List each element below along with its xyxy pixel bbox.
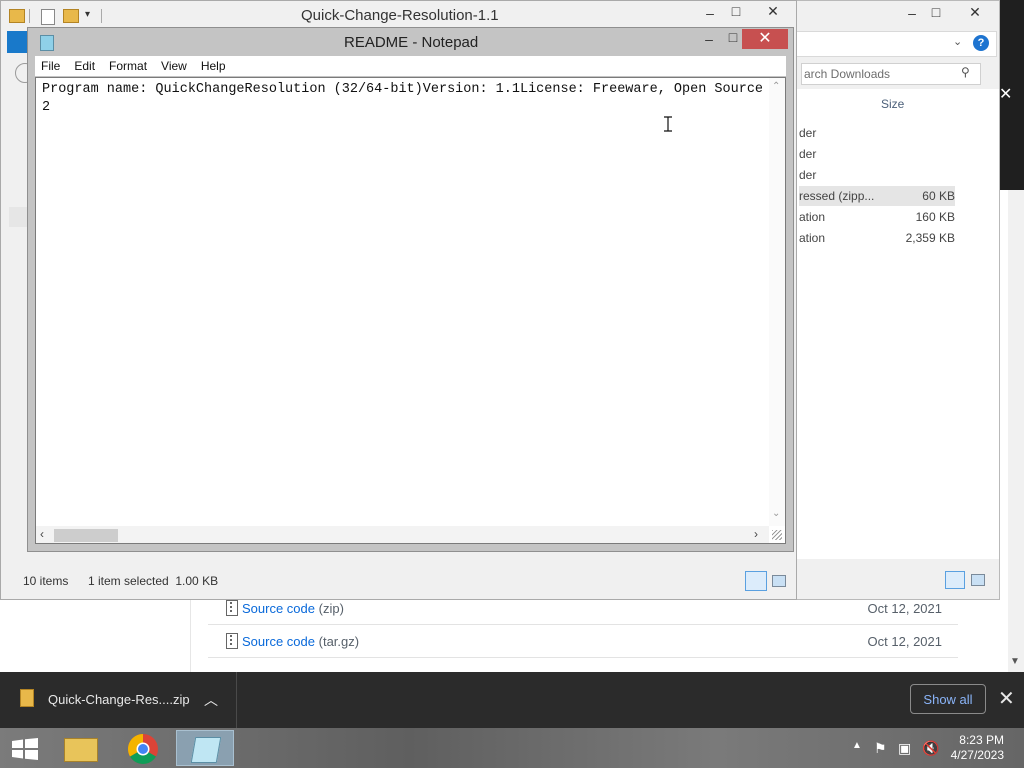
asset-link[interactable]: Source code (zip) <box>242 601 344 616</box>
minimize-button[interactable]: – <box>899 5 925 23</box>
file-row[interactable]: der <box>799 144 955 164</box>
thumbnail-view-icon[interactable] <box>772 575 786 587</box>
close-icon[interactable]: ✕ <box>999 84 1012 104</box>
close-icon[interactable]: ✕ <box>998 686 1015 711</box>
page-sidebar-area <box>0 596 191 672</box>
menu-file[interactable]: File <box>35 59 68 73</box>
text-cursor-icon <box>663 116 673 132</box>
notepad-icon <box>190 737 222 763</box>
thumbnail-view-icon[interactable] <box>971 574 985 586</box>
details-view-icon[interactable] <box>745 571 767 591</box>
chevron-down-icon[interactable]: ⌄ <box>953 35 962 48</box>
minimize-button[interactable]: – <box>697 5 723 23</box>
asset-date: Oct 12, 2021 <box>867 600 942 616</box>
asset-row-targz[interactable]: Source code (tar.gz) Oct 12, 2021 <box>208 625 958 658</box>
page-scrollbar[interactable] <box>1008 190 1024 672</box>
toolbar-divider <box>101 9 102 23</box>
status-item-count: 10 items <box>23 574 69 588</box>
file-explorer-icon <box>64 738 98 762</box>
file-row[interactable]: ation 160 KB <box>799 207 955 227</box>
asset-link[interactable]: Source code (tar.gz) <box>242 634 359 649</box>
vertical-scrollbar[interactable] <box>769 78 785 526</box>
status-selection: 1 item selected 1.00 KB <box>88 574 219 588</box>
new-folder-icon[interactable] <box>63 9 79 23</box>
zip-file-icon <box>226 600 238 616</box>
menu-view[interactable]: View <box>155 59 195 73</box>
scroll-left-arrow-icon[interactable]: ‹ <box>40 527 44 541</box>
system-clock[interactable]: 8:23 PM 4/27/2023 <box>944 733 1004 763</box>
help-icon[interactable]: ? <box>973 35 989 51</box>
resize-grip-icon[interactable] <box>772 530 782 540</box>
file-row[interactable]: der <box>799 165 955 185</box>
text-line-2: 2 <box>42 100 51 115</box>
notepad-app-icon <box>40 35 54 51</box>
menu-help[interactable]: Help <box>195 59 234 73</box>
text-line-1: Program name: QuickChangeResolution (32/… <box>42 82 762 97</box>
minimize-button[interactable]: – <box>696 31 722 49</box>
menu-format[interactable]: Format <box>103 59 155 73</box>
close-button[interactable]: ✕ <box>742 29 788 49</box>
maximize-button[interactable]: □ <box>923 4 949 22</box>
menu-edit[interactable]: Edit <box>68 59 103 73</box>
search-icon[interactable]: ⚲ <box>961 65 970 79</box>
chevron-up-icon[interactable]: ︿ <box>204 690 218 710</box>
notepad-window: README - Notepad – □ ✕ File Edit Format … <box>27 27 794 552</box>
file-row[interactable]: ation 2,359 KB <box>799 228 955 248</box>
details-view-icon[interactable] <box>945 571 965 589</box>
text-content[interactable]: Program name: QuickChangeResolution (32/… <box>42 81 762 117</box>
window-title: Quick-Change-Resolution-1.1 <box>301 7 499 24</box>
scroll-down-arrow-icon[interactable]: ▼ <box>1010 656 1020 667</box>
properties-icon[interactable] <box>41 9 55 25</box>
scroll-up-arrow-icon[interactable]: ⌃ <box>772 81 780 92</box>
chrome-icon <box>127 734 158 765</box>
close-button[interactable]: ✕ <box>957 4 993 22</box>
clock-date: 4/27/2023 <box>950 748 1004 762</box>
folder-icon <box>9 9 25 23</box>
horizontal-scrollbar[interactable] <box>36 526 769 543</box>
asset-date: Oct 12, 2021 <box>867 633 942 649</box>
notepad-title: README - Notepad <box>344 34 479 51</box>
file-row-selected[interactable]: ressed (zipp... 60 KB <box>799 186 955 206</box>
taskbar-notepad[interactable] <box>176 730 234 766</box>
toolbar-divider <box>29 9 30 23</box>
windows-logo-icon <box>12 738 38 760</box>
show-hidden-icons-icon[interactable]: ▲ <box>852 740 862 751</box>
action-center-flag-icon[interactable]: ⚑ <box>874 740 887 757</box>
network-icon[interactable]: ▣ <box>898 740 911 757</box>
taskbar: ▲ ⚑ ▣ 🔇 8:23 PM 4/27/2023 <box>0 728 1024 768</box>
clock-time: 8:23 PM <box>959 733 1004 747</box>
maximize-button[interactable]: □ <box>723 3 749 21</box>
explorer-window-back: – □ ✕ ⌄ ? arch Downloads ⚲ Size der der … <box>790 0 1000 600</box>
download-bar: Quick-Change-Res....zip ︿ Show all ✕ <box>0 672 1024 728</box>
column-header-size[interactable]: Size <box>881 97 904 111</box>
address-bar[interactable] <box>795 31 997 57</box>
file-tab-button[interactable] <box>7 31 29 53</box>
close-button[interactable]: ✕ <box>753 3 793 21</box>
file-row[interactable]: der <box>799 123 955 143</box>
taskbar-chrome[interactable] <box>114 730 172 766</box>
volume-muted-icon[interactable]: 🔇 <box>922 740 939 757</box>
horizontal-scroll-thumb[interactable] <box>54 529 118 542</box>
explorer-statusbar <box>791 559 999 599</box>
search-input[interactable]: arch Downloads <box>801 63 981 85</box>
text-editor-area[interactable]: Program name: QuickChangeResolution (32/… <box>35 77 786 544</box>
scroll-right-arrow-icon[interactable]: › <box>754 527 758 541</box>
taskbar-file-explorer[interactable] <box>52 730 110 766</box>
show-all-button[interactable]: Show all <box>910 684 986 714</box>
download-filename[interactable]: Quick-Change-Res....zip <box>48 692 190 707</box>
quick-access-dropdown-icon[interactable]: ▾ <box>85 9 90 20</box>
zip-file-icon <box>226 633 238 649</box>
start-button[interactable] <box>10 738 40 760</box>
menu-bar: File Edit Format View Help <box>35 56 786 76</box>
download-item[interactable]: Quick-Change-Res....zip ︿ <box>0 672 237 728</box>
scroll-down-arrow-icon[interactable]: ⌄ <box>772 508 780 519</box>
zip-file-icon <box>20 689 34 707</box>
